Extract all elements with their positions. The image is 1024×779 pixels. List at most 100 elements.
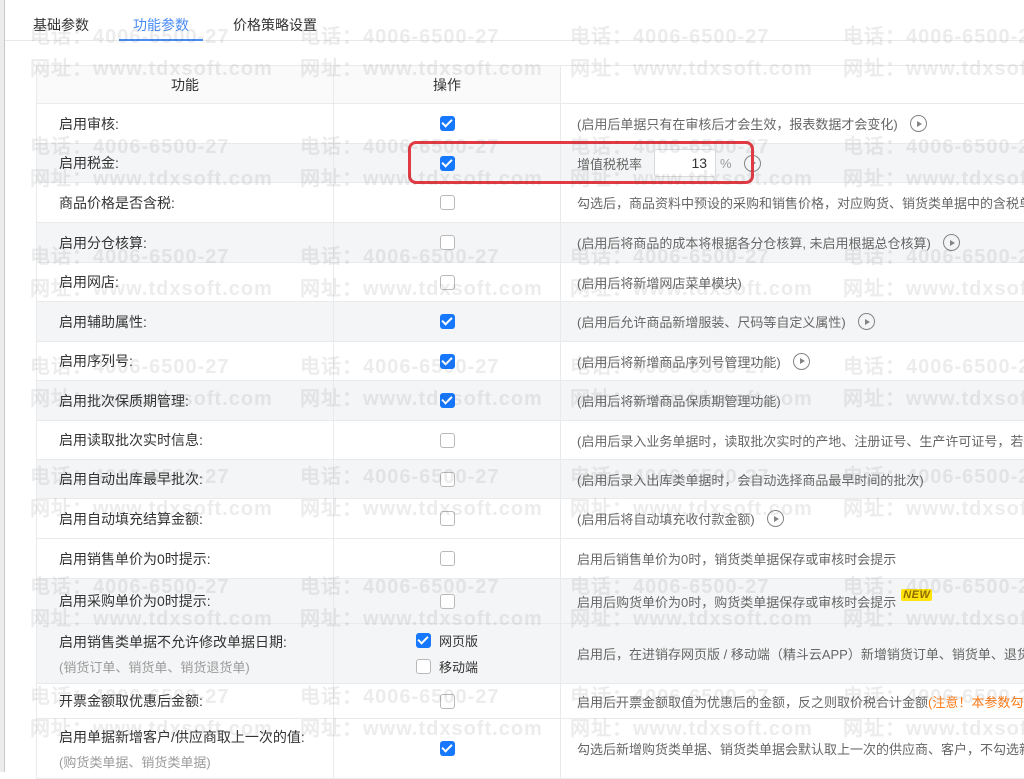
row-description: 启用后开票金额取值为优惠后的金额，反之则取价税合计金额 bbox=[577, 692, 928, 711]
row-description: 启用后购货单价为0时，购货类单据保存或审核时会提示 bbox=[577, 592, 896, 611]
row-description: 启用后，在进销存网页版 / 移动端（精斗云APP）新增销货订单、销货单、退货单时… bbox=[577, 644, 1024, 663]
description-cell: (启用后将新增网店菜单模块) bbox=[561, 263, 1024, 301]
table-row: 启用自动填充结算金额: (启用后将自动填充收付款金额) bbox=[37, 499, 1024, 539]
row-description: (启用后将新增商品保质期管理功能) bbox=[577, 391, 781, 410]
row-description: 勾选后新增购货类单据、销货类单据会默认取上一次的供应商、客户，不勾选新增购货类 bbox=[577, 739, 1024, 758]
row-description: (启用后将自动填充收付款金额) bbox=[577, 509, 755, 528]
table-row: 启用序列号: (启用后将新增商品序列号管理功能) bbox=[37, 342, 1024, 381]
table-row: 启用批次保质期管理: (启用后将新增商品保质期管理功能) bbox=[37, 381, 1024, 421]
description-cell: 启用后开票金额取值为优惠后的金额，反之则取价税合计金额 (注意！本参数勾选后将不 bbox=[561, 684, 1024, 718]
row-description: (启用后允许商品新增服装、尺码等自定义属性) bbox=[577, 312, 846, 331]
function-cell: 启用序列号: bbox=[37, 342, 334, 380]
row-description: 勾选后，商品资料中预设的采购和销售价格，对应购货、销货类单据中的含税单价列，不 bbox=[577, 193, 1024, 212]
function-cell: 启用销售单价为0时提示: bbox=[37, 539, 334, 578]
row-description: (启用后录入出库类单据时，会自动选择商品最早时间的批次) bbox=[577, 470, 924, 489]
play-demo-icon[interactable] bbox=[943, 234, 960, 251]
row-label: 启用批次保质期管理: bbox=[59, 391, 189, 411]
tax-rate-input[interactable] bbox=[654, 149, 716, 177]
table-row: 启用采购单价为0时提示: 启用后购货单价为0时，购货类单据保存或审核时会提示 NEW bbox=[37, 579, 1024, 624]
operation-cell bbox=[334, 104, 561, 143]
row-label: 启用销售类单据不允许修改单据日期: bbox=[59, 632, 287, 652]
table-row: 启用销售类单据不允许修改单据日期: (销货订单、销货单、销货退货单) 网页版移动端 启… bbox=[37, 624, 1024, 684]
tab-function-params[interactable]: 功能参数 bbox=[133, 9, 189, 40]
description-cell: 勾选后，商品资料中预设的采购和销售价格，对应购货、销货类单据中的含税单价列，不 bbox=[561, 183, 1024, 222]
row-checkbox[interactable] bbox=[440, 235, 455, 250]
tab-bar: 基础参数 功能参数 价格策略设置 bbox=[5, 0, 1024, 41]
row-label: 启用单据新增客户/供应商取上一次的值: bbox=[59, 727, 305, 747]
operation-cell bbox=[334, 144, 561, 182]
row-checkbox[interactable] bbox=[440, 354, 455, 369]
operation-cell: 网页版移动端 bbox=[334, 624, 561, 683]
row-checkbox[interactable] bbox=[440, 511, 455, 526]
tab-price-strategy[interactable]: 价格策略设置 bbox=[233, 9, 317, 40]
play-demo-icon[interactable] bbox=[858, 313, 875, 330]
description-cell: 启用后购货单价为0时，购货类单据保存或审核时会提示 NEW bbox=[561, 579, 1024, 623]
row-checkbox[interactable] bbox=[440, 551, 455, 566]
description-cell: (启用后将新增商品保质期管理功能) bbox=[561, 381, 1024, 420]
window-left-edge bbox=[0, 0, 5, 772]
operation-cell bbox=[334, 579, 561, 623]
row-sublabel: (销货订单、销货单、销货退货单) bbox=[59, 657, 250, 676]
row-checkbox[interactable] bbox=[440, 472, 455, 487]
column-header-operation: 操作 bbox=[334, 66, 561, 103]
row-label: 启用辅助属性: bbox=[59, 312, 147, 332]
row-checkbox[interactable] bbox=[440, 594, 455, 609]
play-demo-icon[interactable] bbox=[910, 115, 927, 132]
checkbox-group: 网页版移动端 bbox=[416, 631, 478, 676]
play-demo-icon[interactable] bbox=[744, 155, 761, 172]
row-checkbox[interactable] bbox=[440, 741, 455, 756]
operation-cell bbox=[334, 539, 561, 578]
row-description: (启用后将新增网店菜单模块) bbox=[577, 273, 742, 292]
operation-cell bbox=[334, 460, 561, 498]
operation-cell bbox=[334, 263, 561, 301]
description-cell: (启用后将自动填充收付款金额) bbox=[561, 499, 1024, 538]
row-label: 启用分仓核算: bbox=[59, 233, 147, 253]
row-checkbox[interactable] bbox=[440, 116, 455, 131]
play-demo-icon[interactable] bbox=[793, 353, 810, 370]
row-checkbox[interactable] bbox=[440, 393, 455, 408]
row-checkbox[interactable] bbox=[440, 433, 455, 448]
operation-cell bbox=[334, 342, 561, 380]
table-header-row: 功能 操作 bbox=[37, 66, 1024, 104]
table-row: 商品价格是否含税: 勾选后，商品资料中预设的采购和销售价格，对应购货、销货类单据中… bbox=[37, 183, 1024, 223]
function-cell: 启用采购单价为0时提示: bbox=[37, 579, 334, 623]
table-row: 启用税金: 增值税税率% bbox=[37, 144, 1024, 183]
row-checkbox[interactable] bbox=[440, 195, 455, 210]
row-description: 启用后销售单价为0时，销货类单据保存或审核时会提示 bbox=[577, 549, 896, 568]
tax-unit-label: % bbox=[720, 156, 732, 171]
row-checkbox[interactable] bbox=[440, 694, 455, 709]
function-cell: 启用网店: bbox=[37, 263, 334, 301]
tab-basic-params[interactable]: 基础参数 bbox=[33, 9, 89, 40]
table-row: 启用销售单价为0时提示: 启用后销售单价为0时，销货类单据保存或审核时会提示 bbox=[37, 539, 1024, 579]
function-cell: 商品价格是否含税: bbox=[37, 183, 334, 222]
function-cell: 启用自动填充结算金额: bbox=[37, 499, 334, 538]
new-badge: NEW bbox=[901, 589, 932, 601]
row-checkbox[interactable] bbox=[440, 156, 455, 171]
table-body: 启用审核:(启用后单据只有在审核后才会生效，报表数据才会变化)启用税金:增值税税… bbox=[37, 104, 1024, 779]
column-header-description bbox=[561, 66, 1024, 103]
row-checkbox[interactable] bbox=[440, 314, 455, 329]
description-cell: 启用后销售单价为0时，销货类单据保存或审核时会提示 bbox=[561, 539, 1024, 578]
option-checkbox[interactable] bbox=[416, 659, 431, 674]
row-label: 启用税金: bbox=[59, 153, 119, 173]
description-cell: (启用后录入出库类单据时，会自动选择商品最早时间的批次) bbox=[561, 460, 1024, 498]
row-label: 商品价格是否含税: bbox=[59, 193, 175, 213]
description-cell: 增值税税率% bbox=[561, 144, 1024, 182]
description-cell: (启用后将新增商品序列号管理功能) bbox=[561, 342, 1024, 380]
table-row: 启用自动出库最早批次:(启用后录入出库类单据时，会自动选择商品最早时间的批次) bbox=[37, 460, 1024, 499]
checkbox-option: 移动端 bbox=[416, 657, 478, 676]
operation-cell bbox=[334, 499, 561, 538]
function-cell: 开票金额取优惠后金额: bbox=[37, 684, 334, 718]
row-description-warning: (注意！本参数勾选后将不 bbox=[928, 692, 1024, 711]
row-label: 开票金额取优惠后金额: bbox=[59, 691, 203, 711]
row-description: (启用后录入业务单据时，读取批次实时的产地、注册证号、生产许可证号，若批次没有 bbox=[577, 431, 1024, 450]
row-description: (启用后将商品的成本将根据各分仓核算, 未启用根据总仓核算) bbox=[577, 233, 931, 252]
table-row: 启用读取批次实时信息:(启用后录入业务单据时，读取批次实时的产地、注册证号、生产… bbox=[37, 421, 1024, 460]
row-label: 启用网店: bbox=[59, 272, 119, 292]
row-checkbox[interactable] bbox=[440, 275, 455, 290]
play-demo-icon[interactable] bbox=[767, 510, 784, 527]
option-checkbox[interactable] bbox=[416, 633, 431, 648]
description-cell: (启用后单据只有在审核后才会生效，报表数据才会变化) bbox=[561, 104, 1024, 143]
table-row: 启用分仓核算: (启用后将商品的成本将根据各分仓核算, 未启用根据总仓核算) bbox=[37, 223, 1024, 263]
table-row: 启用单据新增客户/供应商取上一次的值:(购货类单据、销货类单据)勾选后新增购货类… bbox=[37, 719, 1024, 779]
